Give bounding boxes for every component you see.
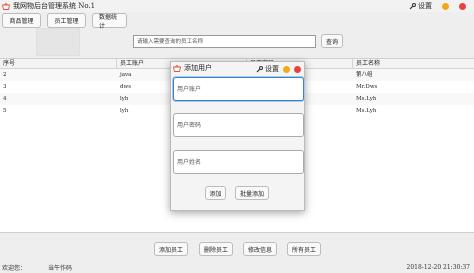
cell-name: Mr.Dws [356,84,378,90]
close-button[interactable] [459,2,466,10]
cell-name: Ms.Lyh [356,108,377,114]
dialog-settings-button[interactable]: 设置 [256,64,279,74]
status-bar: 欢迎您： 当午作码 2018-12-20 21:30:37 [0,262,474,273]
dialog-settings-label: 设置 [265,65,279,73]
cell-index: 3 [3,84,7,90]
dialog-title-bar[interactable]: 添加用户 设置 [171,62,304,74]
minimize-button[interactable] [442,2,449,10]
password-field[interactable] [173,113,304,137]
settings-label: 设置 [418,2,432,10]
column-header-name[interactable]: 员工名称 [353,59,474,69]
account-field[interactable] [173,77,304,101]
title-bar: 我网物后台管理系统 No.1 设置 [0,0,474,12]
datetime-label: 2018-12-20 21:30:37 [406,264,470,271]
cell-index: 4 [3,96,7,102]
nav-staff-button[interactable]: 员工管理 [47,13,86,28]
nav-products-button[interactable]: 商品管理 [2,13,41,28]
app-logo-icon [2,2,10,10]
add-button[interactable]: 添加 [205,186,226,200]
delete-staff-button[interactable]: 删除员工 [199,242,233,256]
dialog-title: 添加用户 [184,64,212,72]
cell-index: 2 [3,72,7,78]
dialog-logo-icon [173,64,181,72]
cell-name: 第八组 [356,72,373,78]
current-user-label: 当午作码 [48,265,73,272]
nav-stats-button[interactable]: 数据统计 [92,13,127,30]
cell-name: Ms.Lyh [356,96,377,102]
wrench-icon [256,65,263,72]
welcome-label: 欢迎您： [2,265,27,272]
add-user-dialog: 添加用户 设置 添加 批量添加 [170,61,305,211]
search-input[interactable] [133,35,316,48]
drag-ghost [36,28,80,56]
edit-info-button[interactable]: 修改信息 [243,242,277,256]
name-field[interactable] [173,150,304,174]
dialog-minimize-button[interactable] [283,65,290,73]
settings-button[interactable]: 设置 [409,1,432,11]
dialog-close-button[interactable] [294,65,301,73]
add-staff-button[interactable]: 添加员工 [154,242,188,256]
batch-add-button[interactable]: 批量添加 [235,186,269,200]
window-title: 我网物后台管理系统 No.1 [13,2,96,10]
wrench-icon [409,2,416,9]
search-button[interactable]: 查询 [321,34,343,48]
column-header-index[interactable]: 序号 [0,59,117,69]
all-staff-button[interactable]: 所有员工 [287,242,321,256]
cell-index: 5 [3,108,7,114]
